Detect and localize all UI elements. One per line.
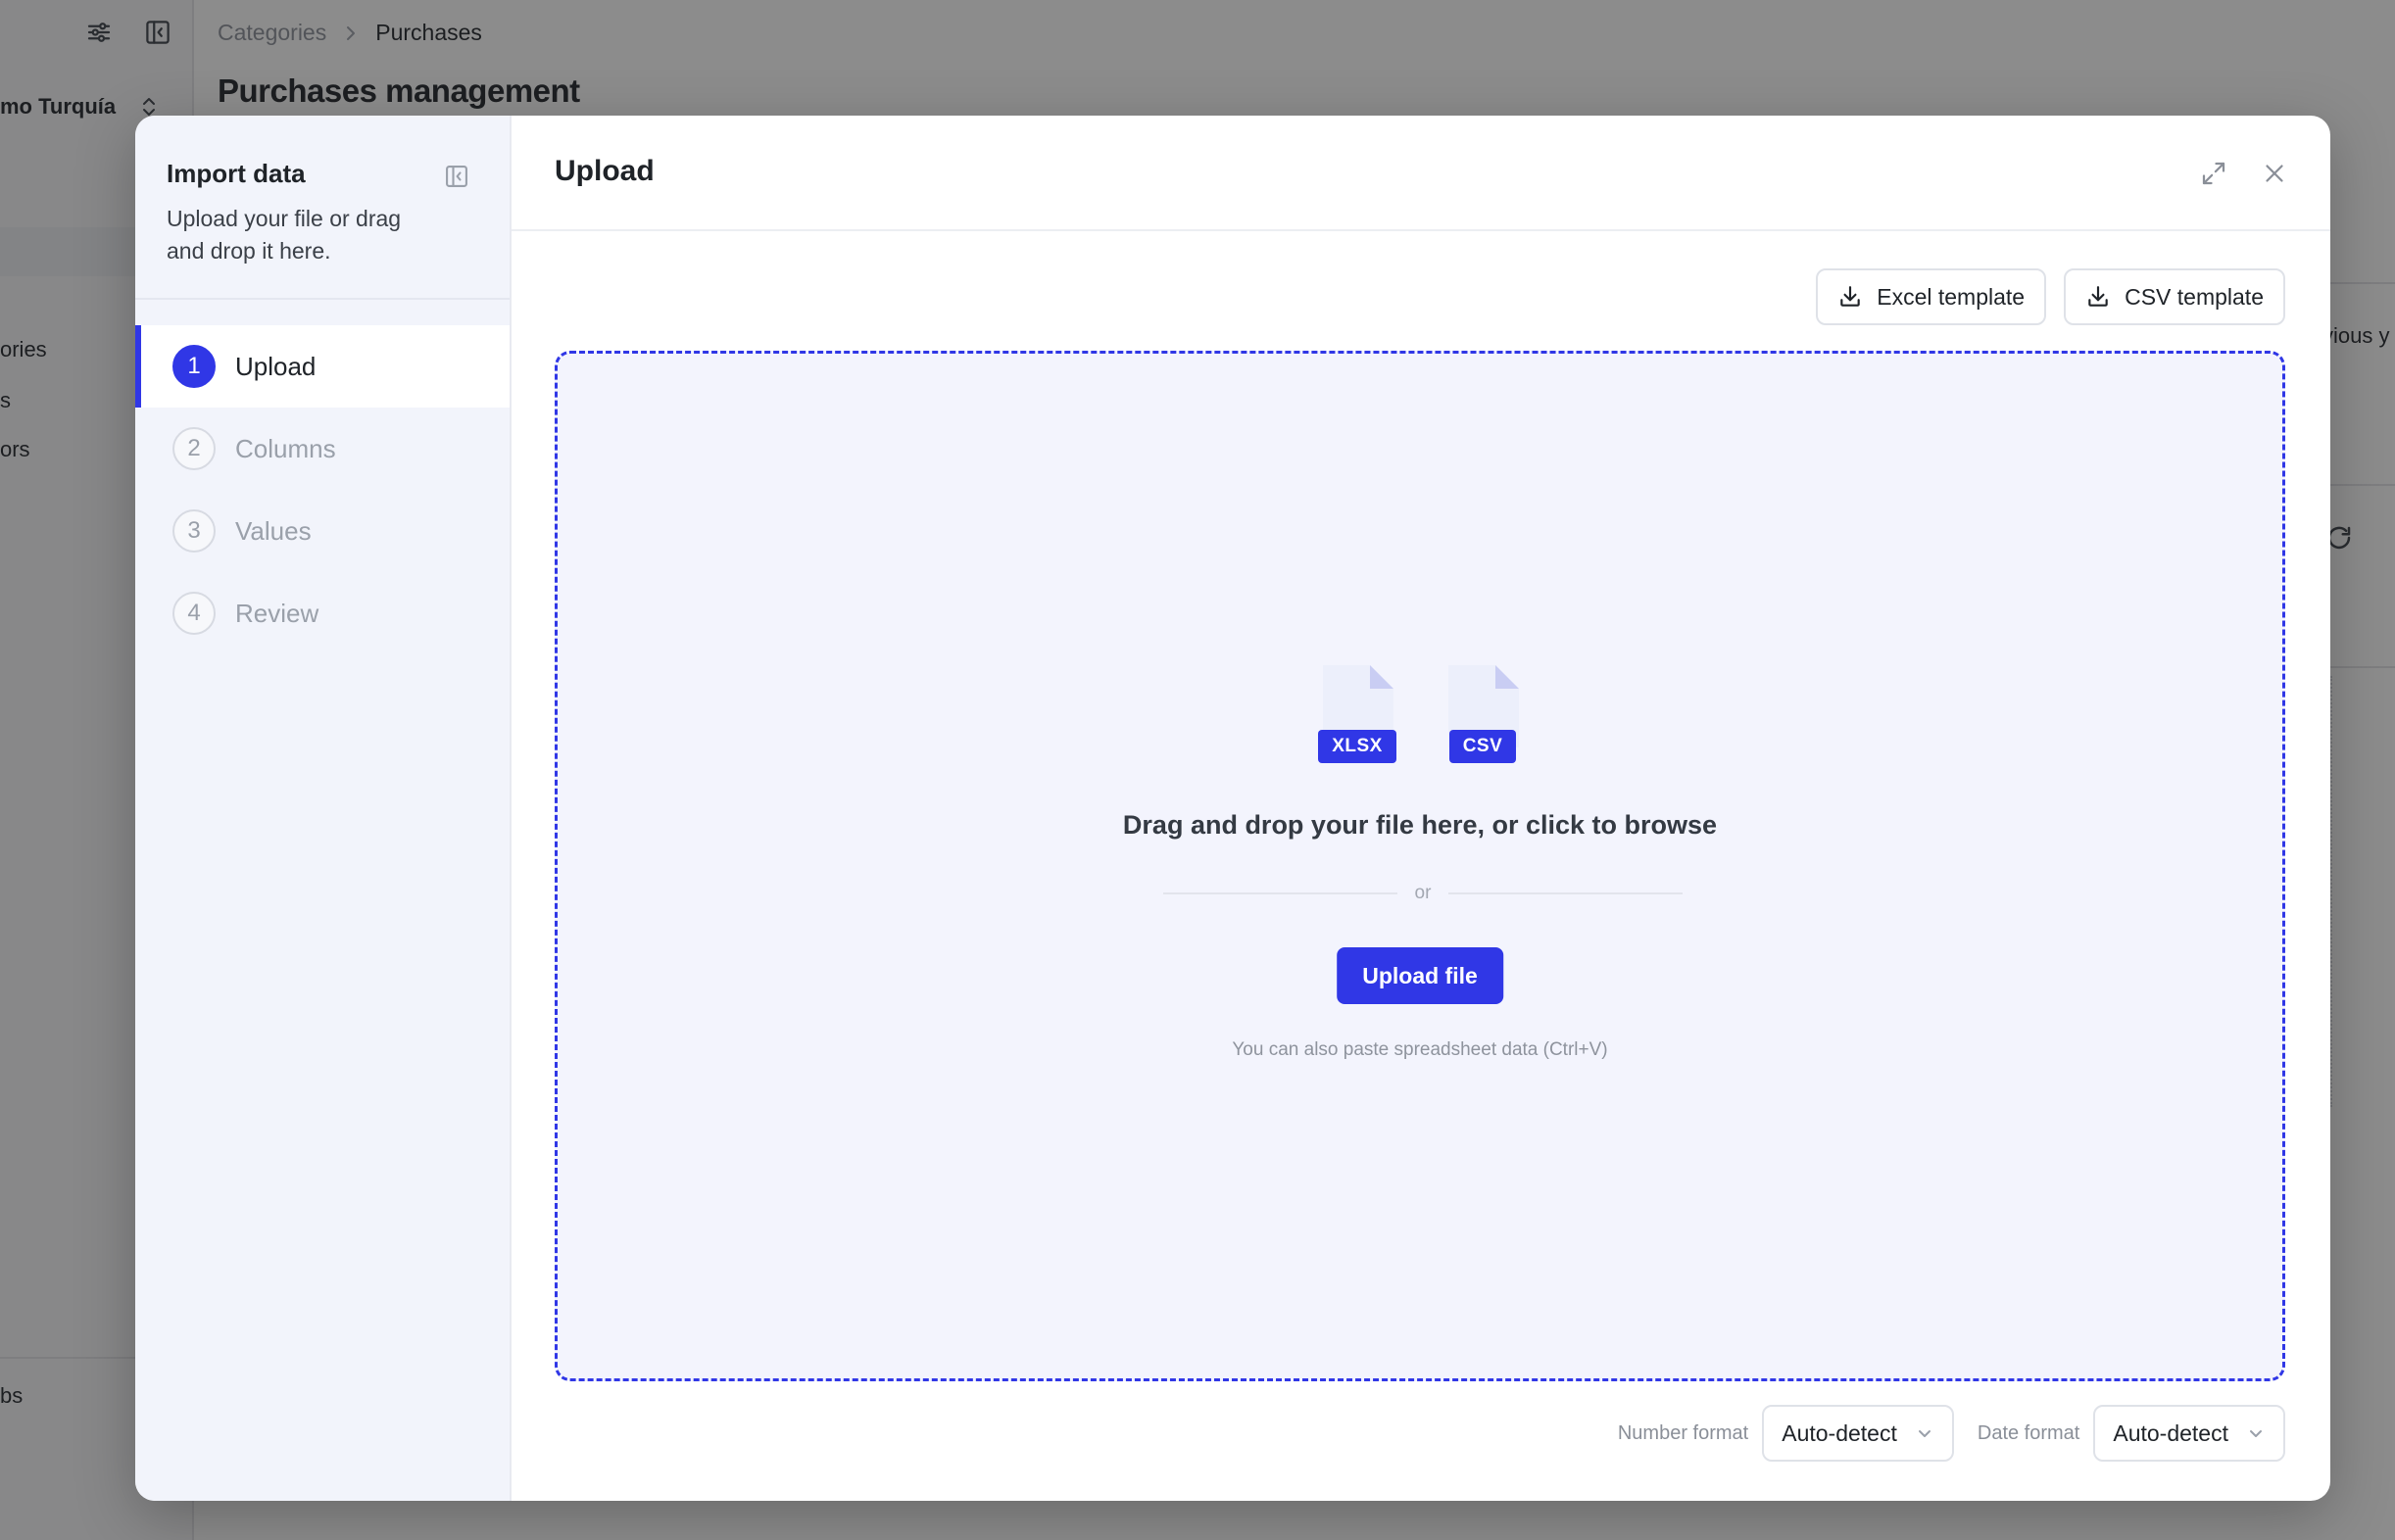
step-number: 4 [172,592,216,635]
step-review[interactable]: 4 Review [135,572,510,654]
upload-file-button[interactable]: Upload file [1337,947,1503,1004]
date-format-value: Auto-detect [2113,1420,2228,1446]
import-sidebar: Import data Upload your file or drag and… [135,116,512,1501]
app-root: mo Turquía ories s ors bs Categories Pur… [0,0,2395,1540]
download-icon [1840,286,1860,307]
download-icon [2088,286,2108,307]
import-subtitle: Upload your file or drag and drop it her… [167,206,402,264]
xlsx-badge: XLSX [1318,730,1396,763]
modal-title: Upload [555,155,655,187]
step-label: Columns [235,433,336,463]
xlsx-file-icon: XLSX [1317,661,1397,763]
step-label: Values [235,515,312,546]
divider-line [1448,892,1683,894]
dropzone-divider: or [1163,883,1683,904]
template-downloads: Excel template CSV template [1816,268,2285,325]
step-number: 2 [172,427,216,470]
number-format-value: Auto-detect [1782,1420,1897,1446]
csv-badge: CSV [1448,730,1517,763]
import-title: Import data [167,159,306,188]
divider-text: or [1414,883,1432,903]
import-main-panel: Upload Excel template CSV template XLSX … [512,116,2330,1501]
chevron-down-icon [2250,1430,2262,1437]
step-number: 1 [172,345,216,388]
csv-template-label: CSV template [2125,283,2264,310]
divider-line [1163,892,1397,894]
import-data-modal: Import data Upload your file or drag and… [135,116,2330,1501]
date-format-label: Date format [1977,1421,2080,1444]
format-options: Number format Auto-detect Date format Au… [1618,1405,2285,1462]
modal-header: Upload [512,116,2330,231]
expand-icon[interactable] [2199,159,2228,188]
excel-template-label: Excel template [1877,283,2026,310]
paste-hint: You can also paste spreadsheet data (Ctr… [1232,1039,1608,1060]
sidebar-collapse-icon[interactable] [443,163,470,190]
number-format-label: Number format [1617,1421,1749,1444]
modal-header-actions [2199,159,2289,188]
step-number: 3 [172,509,216,553]
chevron-down-icon [1918,1430,1931,1437]
dropzone-title: Drag and drop your file here, or click t… [1122,810,1718,840]
step-upload[interactable]: 1 Upload [135,325,510,408]
date-format-select[interactable]: Auto-detect [2093,1405,2285,1462]
close-icon[interactable] [2260,159,2289,188]
step-label: Review [235,598,319,628]
import-sidebar-header: Import data Upload your file or drag and… [135,116,510,300]
number-format-select[interactable]: Auto-detect [1762,1405,1954,1462]
step-list: 1 Upload 2 Columns 3 Values 4 Review [135,325,510,654]
csv-template-button[interactable]: CSV template [2064,268,2285,325]
step-values[interactable]: 3 Values [135,490,510,572]
file-type-icons: XLSX CSV [558,661,2282,763]
excel-template-button[interactable]: Excel template [1816,268,2047,325]
step-columns[interactable]: 2 Columns [135,408,510,490]
step-label: Upload [235,351,317,381]
csv-file-icon: CSV [1442,661,1523,763]
file-dropzone[interactable]: XLSX CSV Drag and drop your file here, o… [555,351,2285,1381]
